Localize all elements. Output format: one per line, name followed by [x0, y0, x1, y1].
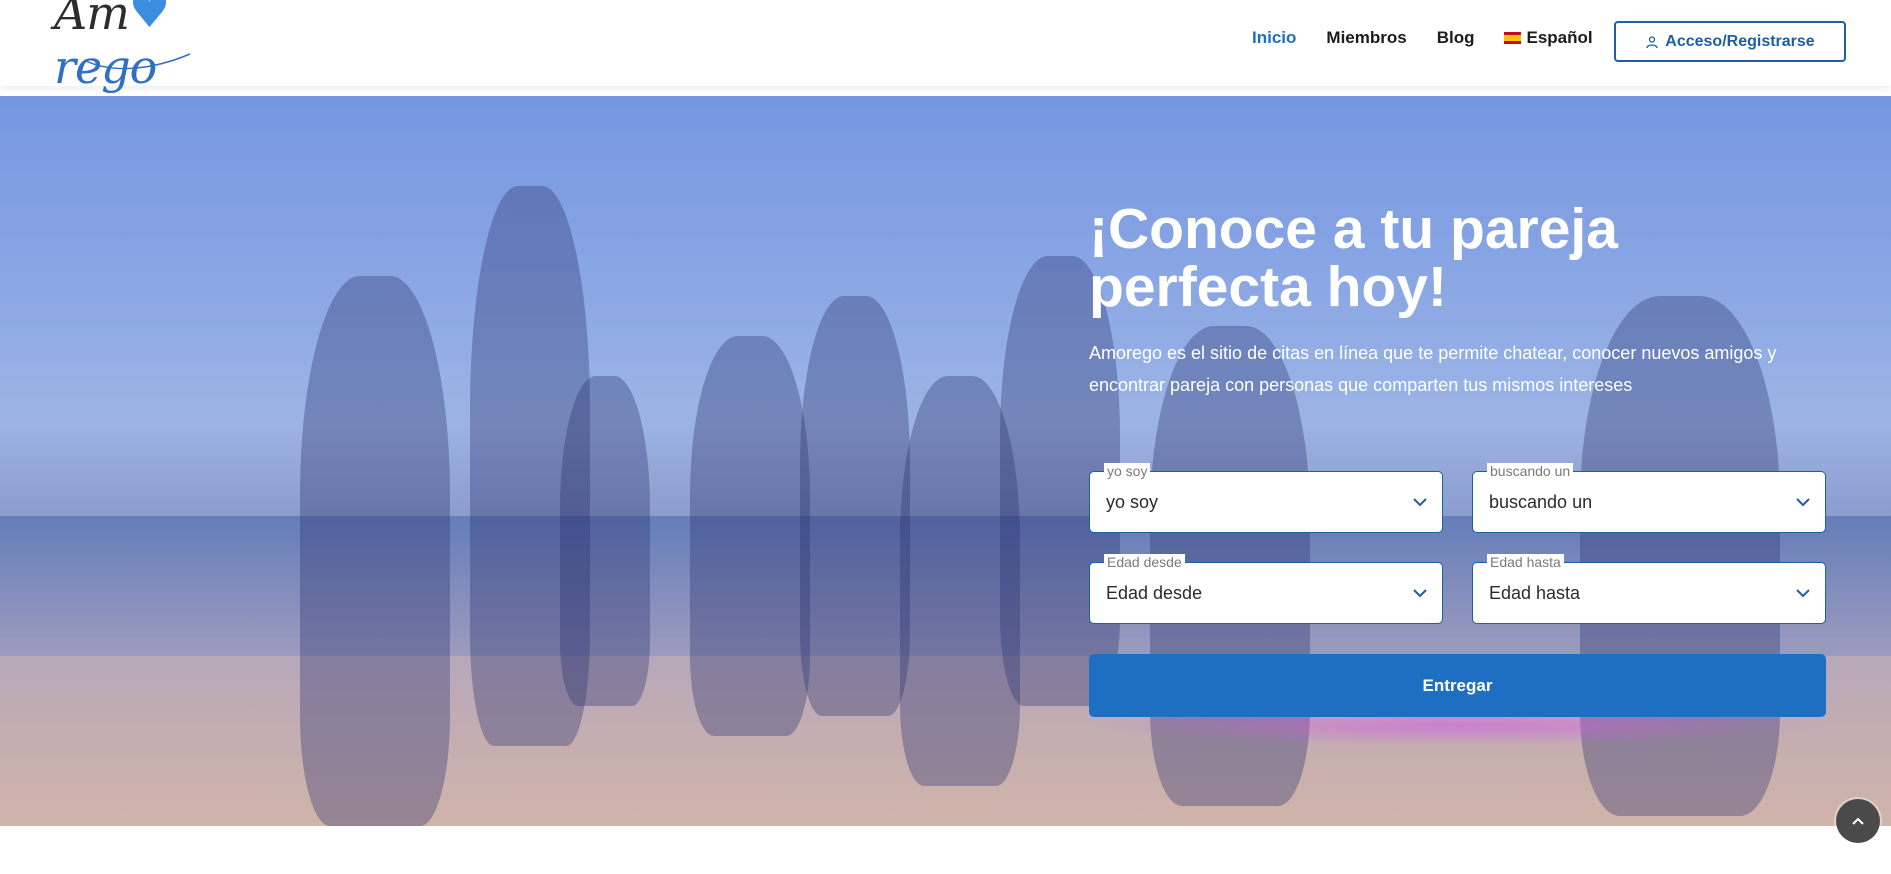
nav-blog[interactable]: Blog: [1437, 28, 1475, 48]
gender-select-value: yo soy: [1106, 492, 1159, 512]
hero-photo-person: [800, 296, 910, 716]
gender-select[interactable]: yo soy yo soy: [1089, 463, 1443, 533]
scroll-to-top-button[interactable]: [1836, 799, 1880, 843]
gender-select-label: yo soy: [1104, 463, 1151, 479]
heart-icon: ♥: [128, 0, 170, 38]
age-from-select-value: Edad desde: [1106, 583, 1203, 603]
seeking-select-label: buscando un: [1487, 463, 1574, 479]
hero-photo-person: [560, 376, 650, 706]
user-icon: [1646, 35, 1658, 48]
age-to-select-value: Edad hasta: [1489, 583, 1581, 603]
seeking-select-value: buscando un: [1489, 492, 1593, 512]
chevron-up-icon: [1852, 817, 1864, 825]
logo-wordmark: Am♥rego: [54, 0, 244, 94]
hero-subtitle: Amorego es el sitio de citas en línea qu…: [1089, 343, 1777, 395]
hero-title: ¡Conoce a tu pareja perfecta hoy!: [1089, 197, 1618, 319]
submit-button[interactable]: Entregar: [1089, 654, 1826, 717]
age-from-select[interactable]: Edad desde Edad desde: [1089, 554, 1443, 624]
nav-miembros[interactable]: Miembros: [1326, 28, 1406, 48]
amorego-logo[interactable]: Am♥rego: [54, 0, 244, 94]
login-register-label: Acceso/Registrarse: [1665, 32, 1815, 50]
spain-flag-icon: [1504, 32, 1522, 44]
age-to-select-label: Edad hasta: [1487, 554, 1564, 570]
age-from-select-label: Edad desde: [1104, 554, 1185, 570]
chevron-down-icon: [1796, 589, 1810, 598]
chevron-down-icon: [1413, 589, 1427, 598]
seeking-select[interactable]: buscando un buscando un: [1472, 463, 1826, 533]
hero-photo-person: [300, 276, 450, 826]
age-to-select[interactable]: Edad hasta Edad hasta: [1472, 554, 1826, 624]
language-label: Español: [1526, 28, 1593, 47]
nav-inicio[interactable]: Inicio: [1252, 28, 1296, 48]
chevron-down-icon: [1796, 498, 1810, 507]
logo-swoosh-icon: [83, 53, 191, 70]
login-register-button[interactable]: Acceso/Registrarse: [1614, 21, 1846, 62]
chevron-down-icon: [1413, 498, 1427, 507]
language-selector[interactable]: Español: [1504, 28, 1593, 48]
site-header: Am♥rego Inicio Miembros Blog Español Acc…: [0, 0, 1891, 94]
main-nav: Inicio Miembros Blog Español: [1252, 28, 1623, 48]
hero-section: ¡Conoce a tu pareja perfecta hoy! Amoreg…: [0, 96, 1891, 826]
hero-photo-person: [690, 336, 810, 736]
